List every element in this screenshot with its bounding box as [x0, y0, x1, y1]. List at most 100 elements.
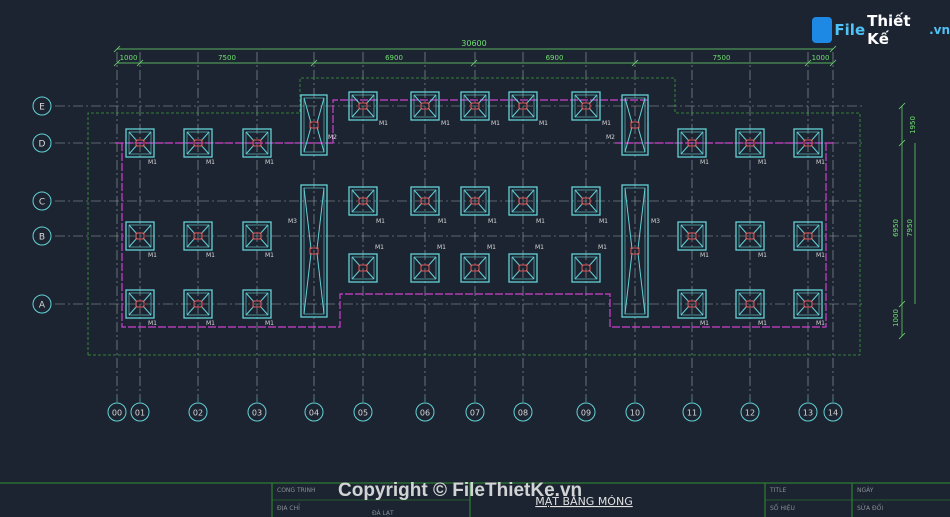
footing-slope: [637, 187, 646, 250]
column-axis-bubble: 09: [576, 398, 596, 422]
cong-trinh-label: CONG TRINH: [277, 487, 316, 494]
copyright-watermark: Copyright © FileThietKe.vn: [338, 480, 583, 501]
footing-label: M1: [816, 159, 825, 166]
row-axis-label: E: [39, 103, 45, 113]
logo-text-domain: .vn: [929, 23, 950, 37]
row-axis-label: C: [39, 198, 45, 208]
footing-label: M1: [599, 218, 608, 225]
footing-label: M1: [376, 218, 385, 225]
logo-icon: [812, 17, 833, 43]
bay-dimension-text: 7500: [713, 54, 731, 62]
footing-label: M1: [598, 244, 607, 251]
column-axis-label: 14: [828, 409, 838, 418]
column-axis-label: 10: [630, 409, 640, 418]
side-dimension-text: 7950: [906, 219, 914, 237]
footing-label: M3: [651, 218, 660, 225]
footing-slope: [303, 97, 312, 124]
sua-doi-label: SỬA ĐỔI: [857, 504, 883, 512]
footing-label: M1: [488, 218, 497, 225]
footing-label: M1: [535, 244, 544, 251]
footing-label: M1: [539, 120, 548, 127]
row-axis-bubble: D: [32, 133, 52, 153]
footing-slope: [303, 252, 312, 315]
column-axis-bubble: 02: [188, 398, 208, 422]
row-axis-bubble: A: [32, 294, 52, 314]
footing-slope: [624, 97, 633, 124]
location-text: ĐÀ LẠT: [372, 510, 394, 517]
row-axis-bubble: B: [32, 226, 52, 246]
bay-dimension-text: 6900: [385, 54, 403, 62]
row-axis-label: B: [39, 233, 45, 243]
footing-label: M2: [606, 134, 615, 141]
foundation-plan-drawing: M1 M1 M1 M1 M1 M1 M1 M1 M1 M1 M1 M1 M1 M1 M1 M1 M1 M1 M1 M1…: [0, 39, 950, 517]
column-axis-bubble: 01: [130, 398, 150, 422]
footing-label: M1: [536, 218, 545, 225]
footing-slope: [637, 126, 646, 153]
footing-slope: [316, 187, 325, 250]
footing-slope: [637, 252, 646, 315]
footing-label: M1: [700, 320, 709, 327]
footing-label: M1: [758, 159, 767, 166]
footing-label: M1: [148, 159, 157, 166]
column-axis-label: 03: [252, 409, 262, 418]
column-axis-label: 11: [687, 409, 697, 418]
footing-slope: [624, 187, 633, 250]
column-axis-label: 07: [470, 409, 480, 418]
footing-label: M1: [375, 244, 384, 251]
bay-dimension-text: 1000: [120, 54, 138, 62]
side-dimension-text: 1950: [909, 116, 917, 134]
footing-label: M1: [148, 320, 157, 327]
so-hieu-label: SỐ HIỆU: [770, 504, 795, 512]
footing-label: M1: [438, 218, 447, 225]
footing-label: M1: [602, 120, 611, 127]
footing-slope: [303, 187, 312, 250]
footing-slope: [637, 97, 646, 124]
footing-label: M1: [206, 320, 215, 327]
footing-label: M1: [816, 320, 825, 327]
footing-label: M1: [700, 159, 709, 166]
column-axis-label: 01: [135, 409, 145, 418]
footing-label: M1: [758, 252, 767, 259]
row-axis-bubble: C: [32, 191, 52, 211]
column-axis-label: 13: [803, 409, 813, 418]
row-axis-bubble: E: [32, 96, 52, 116]
footing-label: M3: [288, 218, 297, 225]
footings: [125, 91, 823, 319]
column-axis-label: 12: [745, 409, 755, 418]
row-axis-label: A: [39, 301, 46, 311]
column-axis-label: 02: [193, 409, 203, 418]
overall-dimension-text: 30600: [461, 39, 486, 48]
tie-beams: [115, 99, 833, 328]
column-axis-label: 06: [420, 409, 430, 418]
footing-label: M1: [265, 252, 274, 259]
column-axis-bubble: 12: [740, 398, 760, 422]
column-axis-bubble: 13: [798, 398, 818, 422]
column-axis-bubble: 14: [823, 398, 843, 422]
column-axis-bubble: 04: [304, 398, 324, 422]
column-axis-label: 05: [358, 409, 368, 418]
column-axis-bubble: 08: [513, 398, 533, 422]
side-dimension-text: 6950: [892, 219, 900, 237]
footing-slope: [624, 252, 633, 315]
logo-text-thietke: Thiết Kế: [867, 12, 911, 48]
column-axis-label: 08: [518, 409, 528, 418]
side-dimension-text: 1000: [892, 309, 900, 327]
column-axis-bubble: 03: [247, 398, 267, 422]
footing-label: M1: [758, 320, 767, 327]
site-logo: File Thiết Kế .vn: [812, 12, 950, 48]
footing-label: M1: [437, 244, 446, 251]
footing-label: M1: [265, 320, 274, 327]
footing-label: M1: [265, 159, 274, 166]
footing-slope: [624, 126, 633, 153]
beam-perimeter: [121, 143, 827, 328]
column-axis-bubble: 05: [353, 398, 373, 422]
footing-label: M1: [206, 252, 215, 259]
logo-text-file: File: [834, 21, 866, 39]
column-axis-label: 04: [309, 409, 319, 418]
column-axis-bubble: 07: [465, 398, 485, 422]
title-label: TITLE: [769, 487, 786, 494]
footing-label: M1: [700, 252, 709, 259]
bay-dimension-text: 6900: [546, 54, 564, 62]
footing-label: M1: [379, 120, 388, 127]
footing-label: M1: [491, 120, 500, 127]
